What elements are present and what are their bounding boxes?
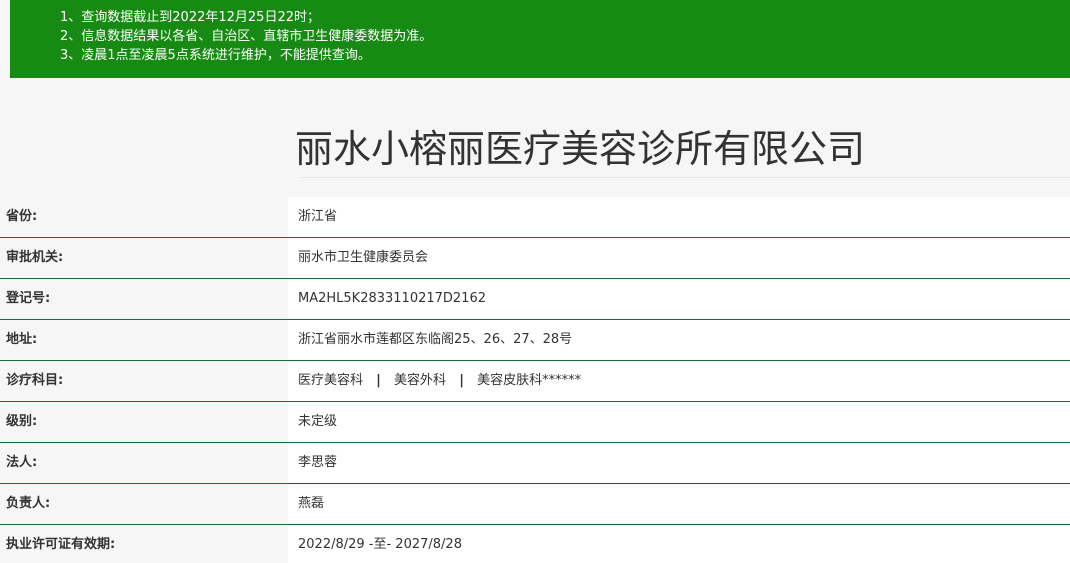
title-section: 丽水小榕丽医疗美容诊所有限公司 [0,78,1070,198]
row-label: 法人: [0,443,288,483]
row-label: 登记号: [0,279,288,319]
table-row-address: 地址: 浙江省丽水市莲都区东临阁25、26、27、28号 [0,320,1070,361]
row-label: 执业许可证有效期: [0,525,288,563]
notice-line: 3、凌晨1点至凌晨5点系统进行维护，不能提供查询。 [60,48,371,63]
title-divider [300,177,1070,178]
table-row-province: 省份: 浙江省 [0,197,1070,238]
row-label: 诊疗科目: [0,361,288,401]
page-title: 丽水小榕丽医疗美容诊所有限公司 [294,127,865,171]
department-separator: | [376,373,381,388]
row-value: 燕磊 [288,484,1070,524]
row-value: 未定级 [288,402,1070,442]
row-label: 负责人: [0,484,288,524]
department-item: 医疗美容科 [298,373,364,388]
row-label: 省份: [0,197,288,237]
table-row-legal-person: 法人: 李思蓉 [0,443,1070,484]
table-row-person-in-charge: 负责人: 燕磊 [0,484,1070,525]
page: 1、查询数据截止到2022年12月25日22时； 2、信息数据结果以各省、自治区… [0,0,1070,563]
row-value: MA2HL5K2833110217D2162 [288,279,1070,319]
department-item: 美容外科 [394,373,447,388]
row-value: 浙江省丽水市莲都区东临阁25、26、27、28号 [288,320,1070,360]
row-label: 审批机关: [0,238,288,278]
row-value: 2022/8/29 -至- 2027/8/28 [288,525,1070,563]
notice-banner: 1、查询数据截止到2022年12月25日22时； 2、信息数据结果以各省、自治区… [10,0,1070,78]
row-value-departments: 医疗美容科 | 美容外科 | 美容皮肤科****** [288,361,1070,401]
department-separator: | [459,373,464,388]
info-table: 省份: 浙江省 审批机关: 丽水市卫生健康委员会 登记号: MA2HL5K283… [0,197,1070,563]
row-value: 李思蓉 [288,443,1070,483]
department-item: 美容皮肤科****** [477,373,582,388]
table-row-approval-authority: 审批机关: 丽水市卫生健康委员会 [0,238,1070,279]
table-row-departments: 诊疗科目: 医疗美容科 | 美容外科 | 美容皮肤科****** [0,361,1070,402]
row-value: 浙江省 [288,197,1070,237]
row-value: 丽水市卫生健康委员会 [288,238,1070,278]
row-label: 级别: [0,402,288,442]
table-row-level: 级别: 未定级 [0,402,1070,443]
notice-line: 2、信息数据结果以各省、自治区、直辖市卫生健康委数据为准。 [60,29,433,44]
notice-line: 1、查询数据截止到2022年12月25日22时； [60,10,320,25]
table-row-registration-number: 登记号: MA2HL5K2833110217D2162 [0,279,1070,320]
row-label: 地址: [0,320,288,360]
table-row-license-validity: 执业许可证有效期: 2022/8/29 -至- 2027/8/28 [0,525,1070,563]
